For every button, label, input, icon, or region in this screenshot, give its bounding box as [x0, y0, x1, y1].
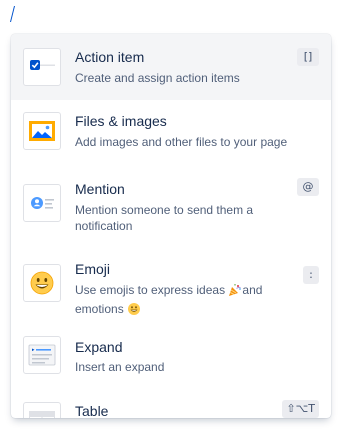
menu-item-action-item[interactable]: Action item Create and assign action ite…: [11, 34, 331, 100]
menu-item-mention[interactable]: Mention Mention someone to send them a n…: [11, 164, 331, 244]
expand-icon: [23, 336, 61, 374]
table-icon: [23, 402, 61, 418]
shortcut-badge: :: [303, 266, 319, 284]
smiley-emoji-icon: [23, 264, 61, 302]
description-text: Use emojis to express ideas: [75, 283, 229, 297]
insert-menu: Action item Create and assign action ite…: [11, 34, 331, 418]
menu-item-title: Expand: [75, 339, 123, 355]
mention-person-icon: [23, 184, 61, 222]
menu-item-emoji[interactable]: Emoji Use emojis to express ideas and em…: [11, 244, 331, 324]
menu-item-table[interactable]: Table ⇧⌥T: [11, 390, 331, 418]
image-icon: [23, 112, 61, 150]
menu-item-description: Mention someone to send them a notificat…: [75, 203, 254, 233]
grinning-face-emoji: [127, 302, 141, 320]
party-popper-emoji: [228, 283, 242, 301]
menu-item-description: Add images and other files to your page: [75, 135, 288, 149]
shortcut-badge: ⇧⌥T: [282, 400, 319, 418]
shortcut-badge: []: [297, 48, 319, 66]
menu-item-title: Action item: [75, 49, 145, 65]
action-item-checkbox-icon: [23, 48, 61, 86]
menu-item-title: Table: [75, 403, 109, 418]
menu-item-title: Mention: [75, 181, 125, 197]
menu-item-expand[interactable]: Expand Insert an expand: [11, 324, 331, 390]
menu-item-title: Emoji: [75, 261, 111, 277]
menu-item-files-images[interactable]: Files & images Add images and other file…: [11, 100, 331, 164]
menu-item-description: Insert an expand: [75, 360, 165, 374]
shortcut-badge: @: [297, 178, 319, 196]
menu-item-title: Files & images: [75, 113, 167, 129]
text-cursor: [10, 6, 15, 22]
menu-item-description: Use emojis to express ideas and emotions: [75, 282, 285, 320]
menu-item-description: Create and assign action items: [75, 71, 240, 85]
